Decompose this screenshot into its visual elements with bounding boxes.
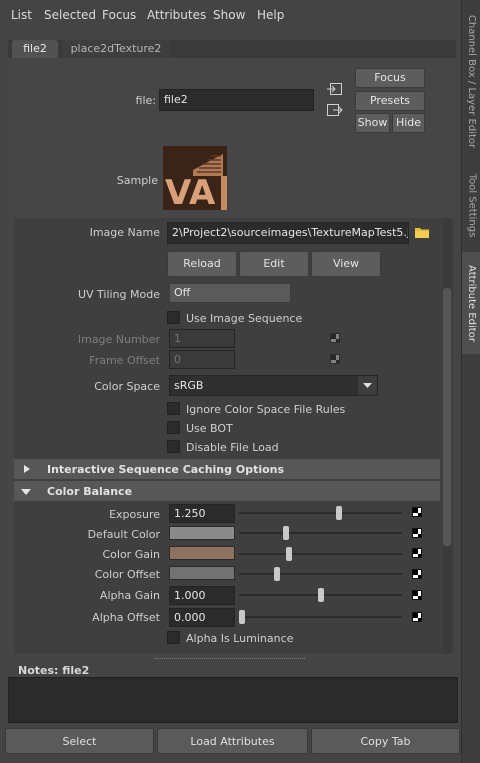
- menu-attributes[interactable]: Attributes: [147, 8, 206, 22]
- frame-offset-label: Frame Offset: [89, 354, 160, 367]
- output-connection-icon[interactable]: [327, 103, 343, 117]
- alpha-gain-label: Alpha Gain: [99, 589, 160, 602]
- tab-tool-settings-label: Tool Settings: [466, 173, 477, 237]
- color-balance-section-header[interactable]: Color Balance: [14, 481, 440, 501]
- menu-bar: List Selected Focus Attributes Show Help: [0, 0, 460, 30]
- splitter-handle[interactable]: [155, 658, 305, 660]
- color-gain-map-icon[interactable]: [412, 548, 422, 558]
- uv-tiling-dropdown[interactable]: Off: [169, 283, 291, 303]
- show-button[interactable]: Show: [355, 113, 390, 133]
- focus-button[interactable]: Focus: [355, 68, 425, 88]
- image-number-field: 1: [169, 329, 235, 348]
- tab-tool-settings[interactable]: Tool Settings: [462, 166, 480, 244]
- alpha-offset-map-icon[interactable]: [412, 612, 422, 622]
- color-offset-swatch[interactable]: [169, 566, 235, 580]
- color-space-label: Color Space: [94, 380, 160, 393]
- color-balance-title: Color Balance: [47, 485, 133, 498]
- node-tab-row: file2 place2dTexture2: [8, 40, 456, 58]
- svg-text:VA: VA: [165, 173, 216, 210]
- chevron-down-icon: [358, 376, 377, 395]
- tab-file2[interactable]: file2: [12, 40, 58, 58]
- alpha-is-luminance-label: Alpha Is Luminance: [186, 632, 294, 645]
- select-button[interactable]: Select: [5, 728, 154, 754]
- image-number-label: Image Number: [77, 333, 160, 346]
- interactive-caching-title: Interactive Sequence Caching Options: [47, 463, 285, 476]
- sample-swatch: VA: [163, 146, 227, 210]
- color-space-dropdown[interactable]: sRGB: [169, 375, 378, 396]
- color-offset-slider-handle[interactable]: [273, 567, 280, 581]
- exposure-map-icon[interactable]: [412, 507, 422, 517]
- disable-file-load-checkbox[interactable]: [167, 440, 180, 453]
- frame-offset-field: 0: [169, 350, 235, 369]
- menu-list[interactable]: List: [11, 8, 32, 22]
- scrollbar-track[interactable]: [443, 218, 451, 654]
- file-label: file:: [135, 94, 156, 107]
- color-gain-slider-track[interactable]: [239, 553, 402, 555]
- notes-textarea[interactable]: [8, 677, 458, 723]
- color-gain-slider-handle[interactable]: [286, 547, 293, 561]
- view-button[interactable]: View: [311, 251, 381, 277]
- load-attributes-button[interactable]: Load Attributes: [157, 728, 308, 754]
- use-bot-label: Use BOT: [186, 422, 233, 435]
- image-name-label: Image Name: [89, 226, 160, 239]
- menu-focus[interactable]: Focus: [102, 8, 136, 22]
- exposure-slider-handle[interactable]: [336, 506, 343, 520]
- menu-selected[interactable]: Selected: [44, 8, 96, 22]
- default-color-slider-handle[interactable]: [282, 526, 289, 540]
- exposure-label: Exposure: [109, 508, 160, 521]
- tab-place2dtexture2[interactable]: place2dTexture2: [62, 40, 170, 58]
- image-name-field[interactable]: 2\Project2\sourceimages\TextureMapTest5.…: [167, 222, 409, 244]
- expand-arrow-icon: [24, 465, 30, 473]
- input-connection-icon[interactable]: [327, 82, 343, 96]
- tab-attribute-editor-label: Attribute Editor: [466, 264, 477, 342]
- default-color-label: Default Color: [87, 528, 160, 541]
- uv-tiling-label: UV Tiling Mode: [77, 288, 160, 301]
- tab-channel-box-label: Channel Box / Layer Editor: [466, 14, 478, 148]
- default-color-swatch[interactable]: [169, 526, 235, 540]
- default-color-slider-track[interactable]: [239, 532, 402, 534]
- tab-attribute-editor[interactable]: Attribute Editor: [462, 252, 480, 354]
- copy-tab-button[interactable]: Copy Tab: [311, 728, 460, 754]
- image-number-map-icon: [330, 333, 340, 343]
- use-image-sequence-checkbox[interactable]: [167, 311, 180, 324]
- tab-channel-box[interactable]: Channel Box / Layer Editor: [462, 2, 480, 160]
- reload-button[interactable]: Reload: [167, 251, 237, 277]
- edit-button[interactable]: Edit: [239, 251, 309, 277]
- ignore-color-space-rules-checkbox[interactable]: [167, 402, 180, 415]
- color-gain-label: Color Gain: [102, 548, 160, 561]
- default-color-map-icon[interactable]: [412, 528, 422, 538]
- frame-offset-map-icon: [330, 354, 340, 364]
- color-gain-swatch[interactable]: [169, 546, 235, 560]
- alpha-offset-slider-track[interactable]: [239, 616, 402, 618]
- menu-help[interactable]: Help: [257, 8, 284, 22]
- sample-label: Sample: [116, 174, 158, 187]
- alpha-gain-map-icon[interactable]: [412, 590, 422, 600]
- file-name-field[interactable]: file2: [159, 89, 314, 111]
- color-offset-slider-track[interactable]: [239, 573, 402, 575]
- alpha-offset-label: Alpha Offset: [92, 611, 160, 624]
- side-tab-strip: Channel Box / Layer Editor Tool Settings…: [461, 0, 480, 763]
- alpha-gain-slider-handle[interactable]: [317, 588, 324, 602]
- interactive-caching-section-header[interactable]: Interactive Sequence Caching Options: [14, 459, 440, 479]
- hide-button[interactable]: Hide: [392, 113, 425, 133]
- use-image-sequence-label: Use Image Sequence: [186, 312, 303, 325]
- alpha-gain-field[interactable]: 1.000: [169, 586, 235, 605]
- ignore-color-space-rules-label: Ignore Color Space File Rules: [186, 403, 346, 416]
- folder-icon[interactable]: [414, 225, 430, 239]
- texture-sample-image: VA: [163, 146, 227, 210]
- notes-label: Notes: file2: [18, 664, 90, 677]
- exposure-slider-track[interactable]: [239, 512, 402, 514]
- use-bot-checkbox[interactable]: [167, 421, 180, 434]
- color-offset-label: Color Offset: [94, 568, 160, 581]
- alpha-is-luminance-checkbox[interactable]: [167, 631, 180, 644]
- color-offset-map-icon[interactable]: [412, 569, 422, 579]
- disable-file-load-label: Disable File Load: [186, 441, 279, 454]
- presets-button[interactable]: Presets: [355, 91, 425, 111]
- menu-show[interactable]: Show: [213, 8, 245, 22]
- alpha-offset-field[interactable]: 0.000: [169, 608, 235, 627]
- collapse-arrow-icon: [21, 489, 31, 495]
- alpha-offset-slider-handle[interactable]: [239, 610, 245, 624]
- color-space-value: sRGB: [174, 379, 204, 392]
- exposure-field[interactable]: 1.250: [169, 504, 235, 523]
